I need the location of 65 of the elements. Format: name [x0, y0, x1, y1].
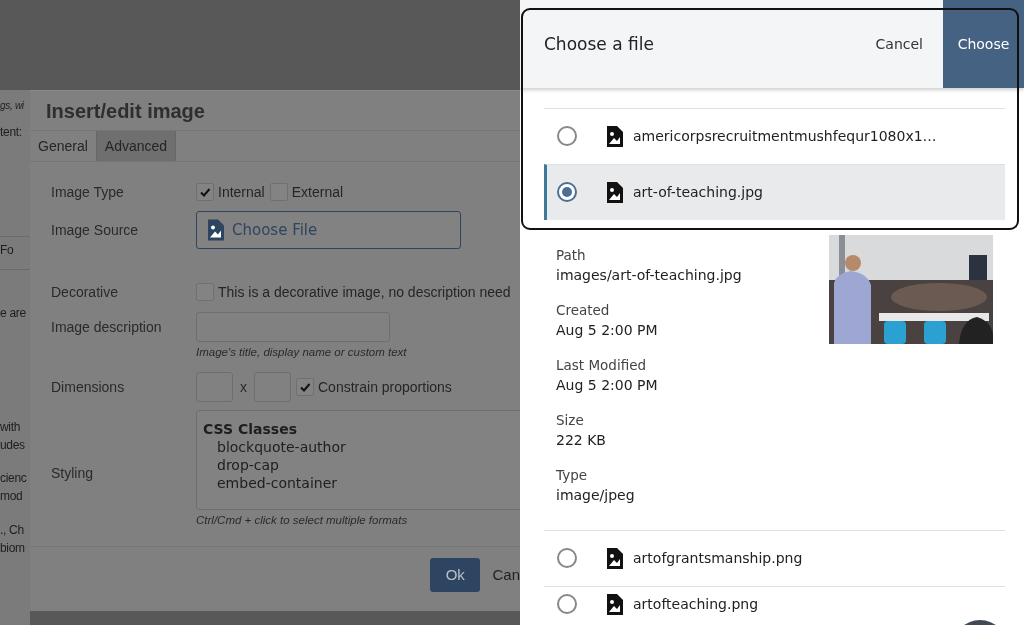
checkbox-label: External: [291, 184, 344, 200]
field-label: Decorative: [51, 284, 119, 300]
hint-text: Ctrl/Cmd + click to select multiple formats: [196, 514, 409, 526]
field-label: Image description: [51, 319, 163, 335]
radio-button[interactable]: [557, 182, 577, 202]
image-file-icon: [606, 594, 623, 615]
page-text: gs, wi: [0, 99, 24, 113]
detail-label: Last Modified: [556, 356, 648, 375]
image-file-icon: [207, 219, 224, 241]
times-sign: x: [240, 379, 247, 395]
group-heading: CSS Classes: [203, 421, 298, 437]
page-text: tent:: [0, 124, 22, 141]
field-label: Image Type: [51, 184, 125, 200]
image-file-icon: [606, 126, 623, 147]
detail-value: 222 KB: [556, 431, 607, 450]
checkbox-label: This is a decorative image, no description need: [218, 284, 511, 300]
page-text: with: [0, 419, 21, 436]
styles-listbox[interactable]: CSS Classes blockquote-author drop-cap embed-container: [196, 410, 520, 510]
image-file-icon: [606, 548, 623, 569]
page-text: udes: [0, 437, 25, 454]
page-text: mod: [0, 488, 23, 505]
radio-button[interactable]: [557, 126, 577, 146]
page-text: e are: [0, 305, 26, 322]
detail-label: Type: [556, 466, 588, 485]
field-label: Image Source: [51, 222, 140, 238]
detail-value: images/art-of-teaching.jpg: [556, 266, 742, 285]
panel-title: Choose a file: [543, 34, 655, 54]
checkbox-label: Internal: [218, 184, 265, 200]
page-text: ., Ch: [0, 522, 24, 539]
checkbox[interactable]: [296, 378, 314, 396]
image-file-icon: [606, 182, 623, 203]
file-name: artofgrantsmanship.png: [633, 549, 803, 568]
checkbox[interactable]: [196, 183, 214, 201]
hint-text: Image's title, display name or custom text: [196, 346, 407, 358]
file-name: artofteaching.png: [633, 595, 759, 614]
ok-button[interactable]: Ok: [430, 557, 481, 592]
field-label: Dimensions: [51, 379, 126, 395]
tab[interactable]: Advanced: [95, 131, 177, 161]
page-text: biom: [0, 540, 25, 557]
detail-value: Aug 5 2:00 PM: [556, 321, 659, 340]
field-label: Styling: [51, 465, 95, 481]
list-option[interactable]: embed-container: [203, 475, 520, 491]
checkbox-label: Constrain proportions: [318, 379, 452, 395]
file-row[interactable]: artofgrantsmanship.png: [544, 530, 1005, 586]
detail-value: Aug 5 2:00 PM: [556, 376, 659, 395]
cancel-button[interactable]: Can: [492, 557, 520, 592]
detail-label: Path: [556, 246, 587, 265]
page-text: cienc: [0, 470, 27, 487]
file-row[interactable]: artofteaching.png: [544, 586, 1005, 615]
detail-value: image/jpeg: [556, 486, 636, 505]
page-text: Fo: [0, 242, 14, 259]
list-option[interactable]: drop-cap: [203, 457, 520, 473]
file-name: art-of-teaching.jpg: [633, 183, 763, 202]
list-option[interactable]: blockquote-author: [203, 439, 520, 455]
checkmark-icon: [299, 381, 311, 393]
radio-button[interactable]: [557, 548, 577, 568]
choose-file-button[interactable]: Choose File: [196, 211, 461, 249]
file-name: americorpsrecruitmentmushfequr1080x1…: [633, 127, 937, 146]
file-row[interactable]: art-of-teaching.jpg: [544, 164, 1005, 220]
detail-label: Size: [556, 411, 585, 430]
cancel-button[interactable]: Cancel: [875, 36, 923, 52]
choose-button[interactable]: Choose: [943, 0, 1024, 88]
radio-button[interactable]: [557, 594, 577, 614]
checkmark-icon: [199, 186, 211, 198]
detail-label: Created: [556, 301, 611, 320]
